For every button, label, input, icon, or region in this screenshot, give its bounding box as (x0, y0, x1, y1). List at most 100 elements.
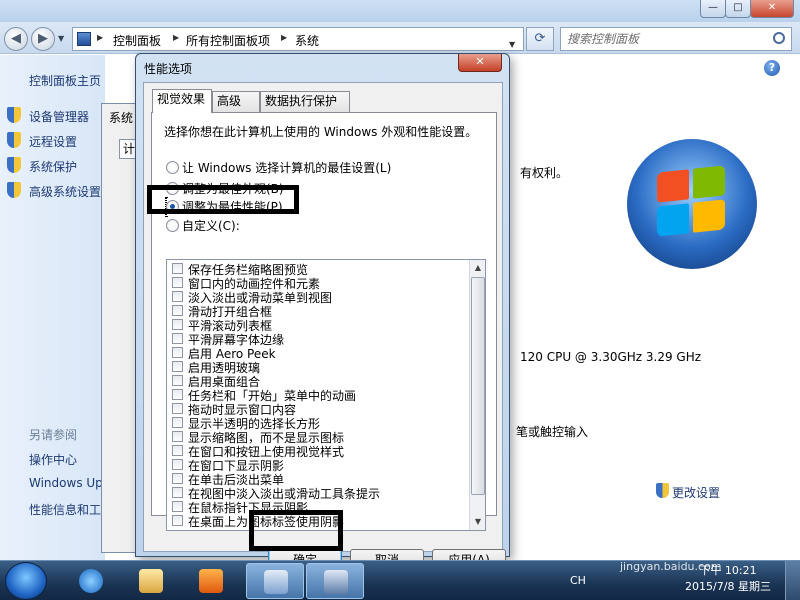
chevron-down-icon[interactable]: ▼ (509, 40, 515, 49)
shield-icon (7, 132, 21, 148)
refresh-button[interactable]: ⟳ (526, 27, 554, 51)
checkbox[interactable] (172, 263, 183, 274)
minimize-button[interactable]: — (700, 0, 726, 18)
folder-icon (139, 569, 163, 593)
sidebar-link-action-center[interactable]: 操作中心 (29, 451, 77, 468)
address-bar[interactable]: ▶ 控制面板 ▶ 所有控制面板项 ▶ 系统 ▼ (72, 27, 524, 51)
sidebar-item-remote-settings[interactable]: 远程设置 (29, 133, 77, 150)
recent-pages-dropdown[interactable]: ▼ (58, 34, 64, 43)
dialog-title: 性能选项 (144, 62, 193, 76)
checkbox[interactable] (172, 305, 183, 316)
taskbar-control-panel[interactable] (246, 563, 304, 599)
checkbox[interactable] (172, 431, 183, 442)
radio-label: 调整为最佳外观(B) (182, 182, 284, 196)
visual-effects-list[interactable]: 保存任务栏缩略图预览 窗口内的动画控件和元素 淡入淡出或滑动菜单到视图 滑动打开组合框… (166, 259, 486, 531)
search-input[interactable]: 搜索控制面板 (560, 27, 792, 51)
computer-icon (324, 570, 348, 594)
checkbox[interactable] (172, 473, 183, 484)
search-placeholder: 搜索控制面板 (567, 32, 640, 46)
taskbar-ie[interactable] (62, 563, 120, 599)
checkbox[interactable] (172, 361, 183, 372)
taskbar-system-properties[interactable] (306, 563, 364, 599)
system-properties-title: 系统 (109, 111, 134, 125)
watermark-url: jingyan.baidu.com (620, 560, 722, 573)
breadcrumb-all-items[interactable]: 所有控制面板项 (186, 32, 270, 49)
clock-date: 2015/7/8 星期三 (685, 580, 771, 593)
scroll-down-button[interactable]: ▼ (470, 514, 485, 530)
dialog-close-button[interactable]: ✕ (458, 54, 502, 72)
panel-description: 选择你想在此计算机上使用的 Windows 外观和性能设置。 (164, 125, 478, 139)
chevron-right-icon[interactable]: ▶ (281, 33, 287, 42)
breadcrumb-control-panel[interactable]: 控制面板 (113, 32, 161, 49)
forward-button[interactable]: ▶ (31, 27, 55, 51)
internet-explorer-icon (79, 569, 103, 593)
checkbox[interactable] (172, 403, 183, 414)
sidebar-item-advanced-settings[interactable]: 高级系统设置 (29, 183, 101, 200)
taskbar-media-player[interactable] (182, 563, 240, 599)
copyright-text: 有权利。 (520, 166, 569, 180)
checkbox[interactable] (172, 347, 183, 358)
checkbox[interactable] (172, 417, 183, 428)
radio-label: 调整为最佳性能(P) (182, 200, 283, 214)
list-scrollbar[interactable]: ▲ ▼ (469, 260, 485, 530)
checkbox[interactable] (172, 389, 183, 400)
show-desktop-button[interactable] (785, 561, 800, 600)
checkbox[interactable] (172, 277, 183, 288)
checkbox[interactable] (172, 515, 183, 526)
cp-titlebar: — □ ✕ (0, 0, 800, 22)
sidebar: 控制面板主页 设备管理器 远程设置 系统保护 高级系统设置 另请参阅 操作中心 … (0, 55, 105, 560)
language-indicator[interactable]: CH (570, 574, 586, 587)
sidebar-item-system-protection[interactable]: 系统保护 (29, 158, 77, 175)
windows-logo (627, 139, 757, 269)
scroll-up-button[interactable]: ▲ (470, 260, 485, 276)
performance-options-dialog: 性能选项 ✕ 视觉效果 高级 数据执行保护 选择你想在此计算机上使用的 Wind… (135, 53, 510, 571)
shield-icon (7, 107, 21, 123)
checkbox[interactable] (172, 459, 183, 470)
sidebar-link-windows-update[interactable]: Windows Up (29, 476, 103, 490)
address-row: ◀ ▶ ▼ ▶ 控制面板 ▶ 所有控制面板项 ▶ 系统 ▼ ⟳ 搜索控制面板 (0, 22, 800, 54)
taskbar-explorer[interactable] (122, 563, 180, 599)
breadcrumb-system[interactable]: 系统 (295, 32, 319, 49)
radio-label: 让 Windows 选择计算机的最佳设置(L) (182, 161, 392, 175)
shield-icon (7, 157, 21, 173)
checkbox[interactable] (172, 487, 183, 498)
radio-button-selected[interactable] (166, 200, 179, 213)
checkbox[interactable] (172, 375, 183, 386)
checkbox[interactable] (172, 333, 183, 344)
start-button[interactable] (5, 562, 47, 600)
control-panel-icon (77, 32, 91, 46)
dialog-client: 视觉效果 高级 数据执行保护 选择你想在此计算机上使用的 Windows 外观和… (143, 82, 506, 571)
watermark-logo: Bai du 经验 (612, 527, 754, 555)
checkbox[interactable] (172, 501, 183, 512)
processor-info: 120 CPU @ 3.30GHz 3.29 GHz (520, 350, 702, 364)
checkbox[interactable] (172, 445, 183, 456)
sidebar-link-performance-info[interactable]: 性能信息和工 (29, 501, 101, 518)
radio-button[interactable] (166, 219, 179, 232)
chevron-right-icon[interactable]: ▶ (97, 33, 103, 42)
radio-button[interactable] (166, 182, 179, 195)
control-panel-icon (264, 570, 288, 594)
tab-advanced[interactable]: 高级 (212, 91, 260, 112)
checkbox[interactable] (172, 291, 183, 302)
radio-button[interactable] (166, 161, 179, 174)
media-player-icon (199, 569, 223, 593)
chevron-right-icon[interactable]: ▶ (173, 33, 179, 42)
sidebar-home-link[interactable]: 控制面板主页 (29, 72, 101, 89)
shield-icon (656, 483, 669, 498)
shield-icon (7, 182, 21, 198)
back-button[interactable]: ◀ (4, 27, 28, 51)
radio-label: 自定义(C): (182, 219, 240, 233)
visual-effects-panel: 选择你想在此计算机上使用的 Windows 外观和性能设置。 让 Windows… (151, 112, 497, 531)
checkbox[interactable] (172, 319, 183, 330)
effect-label: 在桌面上为图标标签使用阴影 (188, 515, 345, 529)
tab-data-execution-prevention[interactable]: 数据执行保护 (260, 91, 350, 112)
change-settings-link[interactable]: 更改设置 (672, 484, 720, 501)
sidebar-item-device-manager[interactable]: 设备管理器 (29, 108, 89, 125)
help-icon[interactable]: ? (764, 60, 780, 76)
scroll-thumb[interactable] (471, 277, 485, 495)
tab-visual-effects[interactable]: 视觉效果 (152, 89, 212, 113)
see-also-heading: 另请参阅 (29, 428, 78, 442)
maximize-button[interactable]: □ (725, 0, 751, 18)
search-icon[interactable] (773, 32, 785, 44)
close-button[interactable]: ✕ (750, 0, 794, 18)
